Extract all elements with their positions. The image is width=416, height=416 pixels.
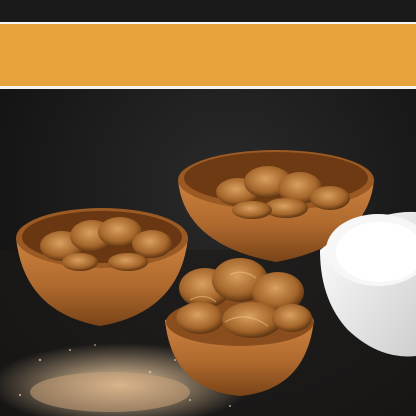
- title-band: [0, 24, 416, 89]
- sugar-pile-core: [30, 372, 190, 412]
- header-bar: [0, 0, 416, 24]
